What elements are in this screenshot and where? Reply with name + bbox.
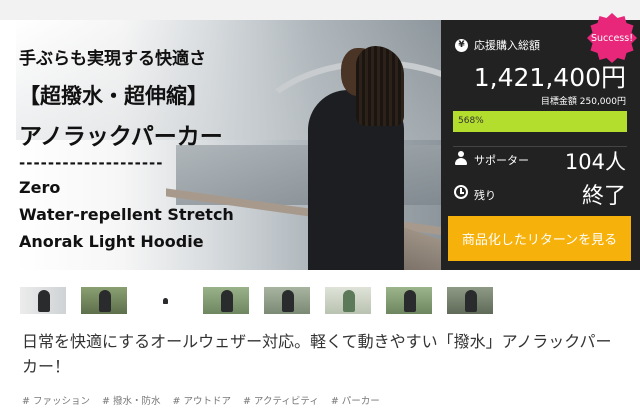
hero-feature-line: 【超撥水・超伸縮】: [19, 84, 208, 108]
tag-list: # ファッション # 撥水・防水 # アウトドア # アクティビティ # パーカ…: [22, 393, 380, 407]
hero-image[interactable]: 手ぶらも実現する快適さ 【超撥水・超伸縮】 アノラックパーカー --------…: [16, 20, 441, 270]
thumbnail-3[interactable]: [142, 287, 188, 314]
thumbnail-figure: [465, 290, 477, 312]
thumbnail-figure: [343, 290, 355, 312]
thumbnail-figure: [282, 290, 294, 312]
hero-tagline: 手ぶらも実現する快適さ: [19, 49, 206, 69]
thumbnail-2[interactable]: [81, 287, 127, 314]
remaining-label: 残り: [474, 189, 496, 202]
thumbnail-7[interactable]: [386, 287, 432, 314]
person-icon: [455, 151, 467, 165]
project-description: 日常を快適にするオールウェザー対応。軽くて動きやすい「撥水」アノラックパーカー！: [22, 332, 612, 376]
clock-icon: [454, 185, 468, 199]
progress-percent: 568%: [458, 116, 484, 126]
thumbnail-strip: [20, 287, 620, 315]
tag-waterproof[interactable]: # 撥水・防水: [102, 393, 160, 407]
tag-outdoor[interactable]: # アウトドア: [172, 393, 230, 407]
hero-product-name: アノラックパーカー: [19, 124, 223, 150]
thumbnail-figure: [38, 290, 50, 312]
hero-dashed-divider: --------------------: [19, 154, 164, 172]
tag-fashion[interactable]: # ファッション: [22, 393, 90, 407]
hero-english-line-2: Water-repellent Stretch: [19, 205, 234, 224]
supporters-count: 104人: [564, 150, 626, 174]
thumbnail-6[interactable]: [325, 287, 371, 314]
goal-amount: 目標金額 250,000円: [540, 97, 626, 107]
supporters-label: サポーター: [474, 154, 529, 167]
thumbnail-figure: [404, 290, 416, 312]
yen-coin-icon: ¥: [455, 39, 468, 52]
view-commercialized-returns-button[interactable]: 商品化したリターンを見る: [448, 216, 631, 261]
hero-model-hair: [356, 46, 404, 126]
thumbnail-figure: [163, 298, 168, 304]
hero-english-line-3: Anorak Light Hoodie: [19, 232, 204, 251]
hero-english-line-1: Zero: [19, 178, 61, 197]
thumbnail-5[interactable]: [264, 287, 310, 314]
top-bar: [0, 0, 640, 20]
thumbnail-1[interactable]: [20, 287, 66, 314]
tag-activity[interactable]: # アクティビティ: [243, 393, 319, 407]
thumbnail-4[interactable]: [203, 287, 249, 314]
thumbnail-8[interactable]: [447, 287, 493, 314]
total-amount: 1,421,400円: [473, 63, 626, 92]
thumbnail-figure: [99, 290, 111, 312]
remaining-value: 終了: [581, 184, 626, 209]
tag-hoodie[interactable]: # パーカー: [331, 393, 380, 407]
total-label: 応援購入総額: [474, 39, 540, 52]
thumbnail-figure: [221, 290, 233, 312]
